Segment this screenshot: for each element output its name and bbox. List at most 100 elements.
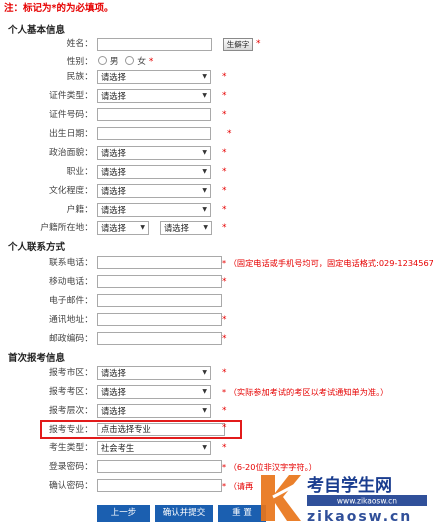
phone-hint: * （固定电话或手机号均可，固定电话格式:029-12345678。） bbox=[222, 256, 433, 270]
confirm-input[interactable] bbox=[97, 479, 222, 492]
male-label: 男 bbox=[109, 57, 119, 67]
idtype-label: 证件类型： bbox=[49, 91, 93, 101]
required-mark: * bbox=[222, 334, 227, 344]
dropdown-arrow-icon: ▼ bbox=[203, 224, 208, 231]
name-label: 姓名： bbox=[66, 39, 93, 49]
dropdown-arrow-icon: ▼ bbox=[202, 73, 207, 80]
male-radio[interactable] bbox=[98, 56, 107, 65]
birth-input[interactable] bbox=[97, 127, 211, 140]
address-input[interactable] bbox=[97, 313, 222, 326]
required-mark: * bbox=[227, 129, 232, 139]
required-mark: * bbox=[222, 167, 227, 177]
pwd-label: 登录密码： bbox=[49, 462, 93, 472]
required-mark: * bbox=[222, 223, 227, 233]
district-select[interactable]: 请选择 ▼ bbox=[97, 385, 211, 399]
district-label: 报考考区： bbox=[49, 387, 93, 397]
political-select[interactable]: 请选择 ▼ bbox=[97, 146, 211, 160]
idnum-label: 证件号码： bbox=[49, 110, 93, 120]
mobile-label: 移动电话： bbox=[49, 277, 93, 287]
job-select[interactable]: 请选择 ▼ bbox=[97, 165, 211, 179]
district-hint: * （实际参加考试的考区以考试通知单为准。） bbox=[222, 385, 388, 399]
required-mark: * bbox=[222, 481, 227, 491]
select-value: 请选择 bbox=[101, 387, 126, 397]
required-mark: * bbox=[222, 205, 227, 215]
address-label: 通讯地址： bbox=[49, 315, 93, 325]
political-label: 政治面貌： bbox=[49, 148, 93, 158]
required-mark: * bbox=[222, 443, 227, 453]
required-mark: * bbox=[222, 186, 227, 196]
birth-label: 出生日期： bbox=[49, 129, 93, 139]
select-value: 请选择 bbox=[101, 406, 126, 416]
required-mark: * bbox=[222, 148, 227, 158]
select-value: 社会考生 bbox=[101, 443, 135, 453]
required-mark: * bbox=[222, 91, 227, 101]
select-value: 请选择 bbox=[101, 91, 126, 101]
idtype-select[interactable]: 请选择 ▼ bbox=[97, 89, 211, 103]
female-radio[interactable] bbox=[125, 56, 135, 65]
type-label: 考生类型： bbox=[49, 443, 93, 453]
dropdown-arrow-icon: ▼ bbox=[202, 407, 207, 414]
submit-button[interactable]: 确认并提交 bbox=[155, 505, 213, 522]
city-label: 报考市区： bbox=[49, 368, 93, 378]
select-value: 请选择 bbox=[101, 148, 126, 158]
name-input[interactable] bbox=[97, 38, 212, 51]
dropdown-arrow-icon: ▼ bbox=[202, 92, 207, 99]
required-mark: * bbox=[222, 368, 227, 378]
hukou-city-select[interactable]: 请选择 ▼ bbox=[160, 221, 212, 235]
edu-select[interactable]: 请选择 ▼ bbox=[97, 184, 211, 198]
select-value: 请选择 bbox=[101, 167, 126, 177]
required-mark: * bbox=[222, 258, 227, 268]
required-mark: * bbox=[222, 72, 227, 82]
city-select[interactable]: 请选择 ▼ bbox=[97, 366, 211, 380]
confirm-label: 确认密码： bbox=[49, 481, 93, 491]
watermark-logo: 考自学生网 www.zikaosw.cn zikaosw.cn bbox=[261, 475, 427, 525]
gender-radio-group: 男 女 * bbox=[98, 55, 153, 69]
dropdown-arrow-icon: ▼ bbox=[202, 187, 207, 194]
gender-label: 性别： bbox=[66, 57, 93, 67]
watermark-pinyin: zikaosw.cn bbox=[307, 509, 412, 525]
district-hint-text: （实际参加考试的考区以考试通知单为准。） bbox=[228, 387, 389, 397]
phone-input[interactable] bbox=[97, 256, 222, 269]
watermark-url: www.zikaosw.cn bbox=[337, 497, 397, 506]
watermark-brand: 考自学生网 bbox=[306, 475, 392, 496]
required-mark: * bbox=[222, 315, 227, 325]
dropdown-arrow-icon: ▼ bbox=[202, 168, 207, 175]
select-value: 请选择 bbox=[164, 223, 189, 233]
dropdown-arrow-icon: ▼ bbox=[140, 224, 145, 231]
required-mark: * bbox=[222, 406, 227, 416]
level-select[interactable]: 请选择 ▼ bbox=[97, 404, 211, 418]
hukou-label: 户籍： bbox=[66, 205, 93, 215]
prev-button[interactable]: 上一步 bbox=[97, 505, 150, 522]
required-mark: * bbox=[148, 57, 154, 67]
dropdown-arrow-icon: ▼ bbox=[202, 149, 207, 156]
phone-label: 联系电话： bbox=[49, 258, 93, 268]
major-highlight-box bbox=[40, 420, 242, 439]
hukouloc-label: 户籍所在地： bbox=[40, 223, 93, 233]
ethnicity-select[interactable]: 请选择 ▼ bbox=[97, 70, 211, 84]
select-value: 请选择 bbox=[101, 223, 126, 233]
select-value: 请选择 bbox=[101, 186, 126, 196]
rare-char-button[interactable]: 生僻字 bbox=[223, 38, 253, 51]
pwd-input[interactable] bbox=[97, 460, 222, 473]
hukou-select[interactable]: 请选择 ▼ bbox=[97, 203, 211, 217]
job-label: 职业： bbox=[66, 167, 93, 177]
required-mark: * bbox=[222, 110, 227, 120]
type-select[interactable]: 社会考生 ▼ bbox=[97, 441, 211, 455]
select-value: 请选择 bbox=[101, 72, 126, 82]
ethnicity-label: 民族： bbox=[66, 72, 93, 82]
phone-hint-text: （固定电话或手机号均可，固定电话格式:029-12345678。） bbox=[228, 258, 433, 268]
section-exam-title: 首次报考信息 bbox=[8, 353, 66, 364]
level-label: 报考层次： bbox=[49, 406, 93, 416]
email-input[interactable] bbox=[97, 294, 222, 307]
required-mark: * bbox=[222, 277, 227, 287]
hukou-province-select[interactable]: 请选择 ▼ bbox=[97, 221, 149, 235]
idnum-input[interactable] bbox=[97, 108, 211, 121]
confirm-hint: * （请再 bbox=[222, 479, 253, 493]
dropdown-arrow-icon: ▼ bbox=[202, 369, 207, 376]
mobile-input[interactable] bbox=[97, 275, 222, 288]
dropdown-arrow-icon: ▼ bbox=[202, 444, 207, 451]
confirm-hint-text: （请再 bbox=[228, 481, 254, 491]
zip-input[interactable] bbox=[97, 332, 222, 345]
required-mark: * bbox=[222, 387, 227, 397]
female-label: 女 bbox=[137, 57, 147, 67]
